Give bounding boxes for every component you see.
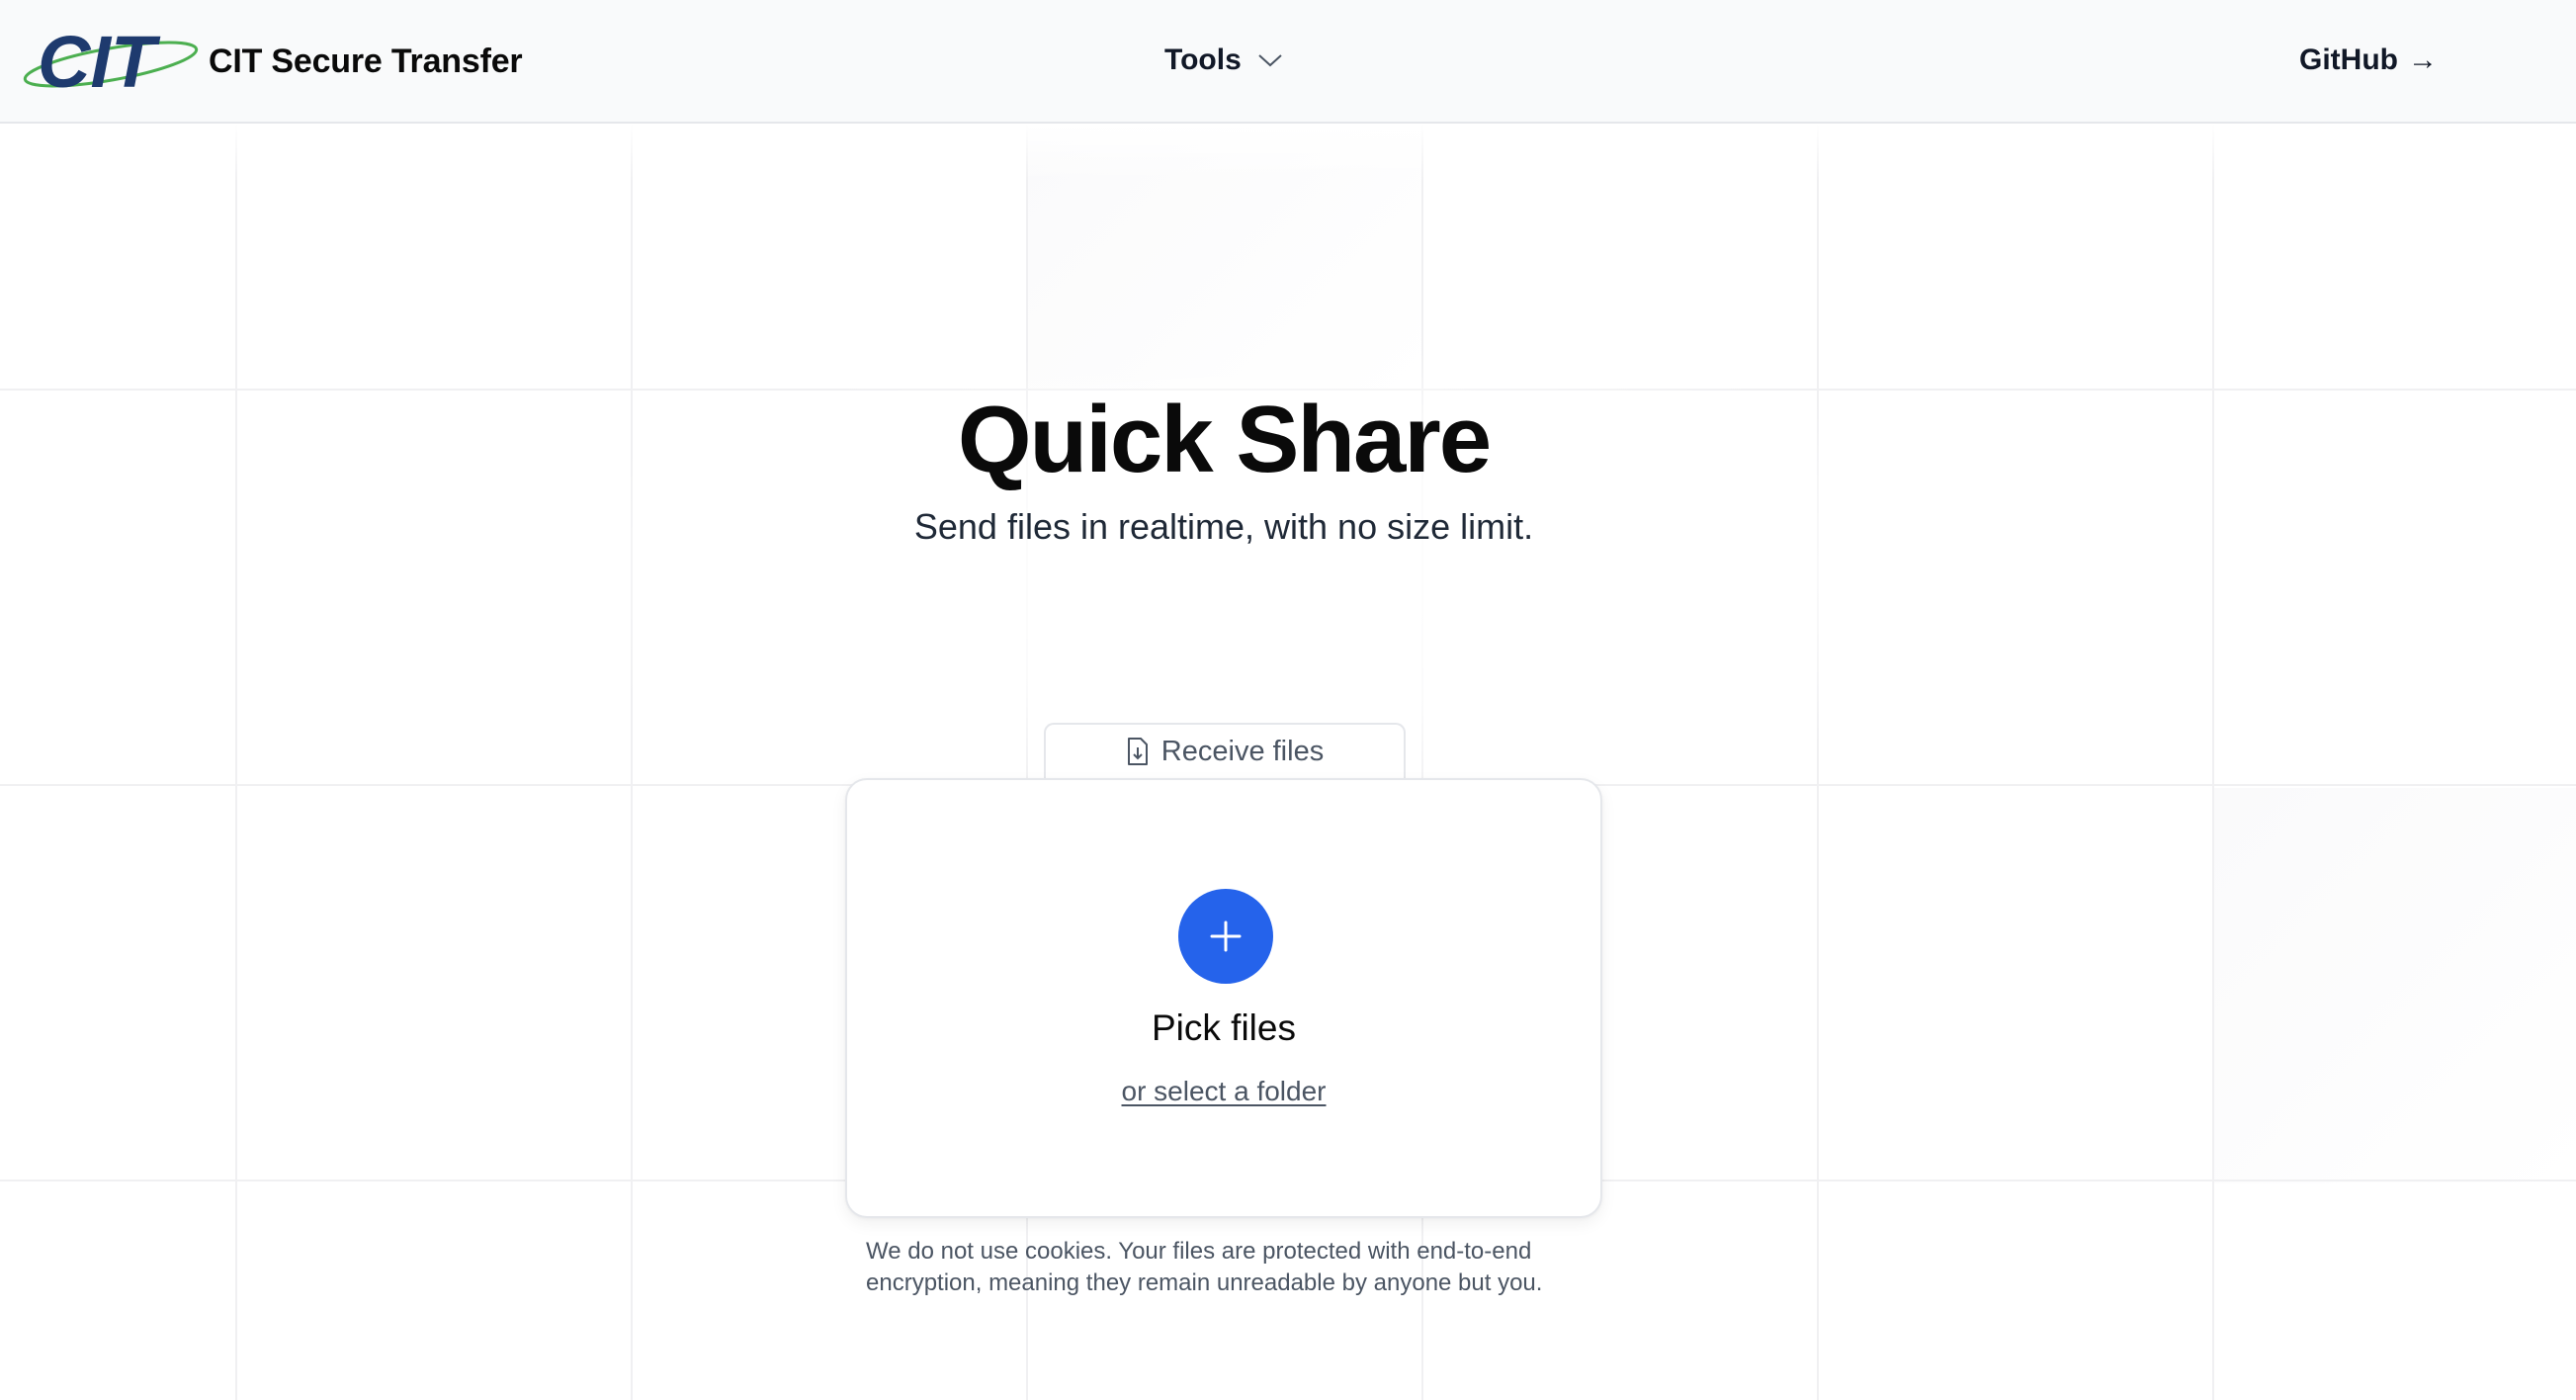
github-label: GitHub bbox=[2299, 44, 2398, 76]
github-link[interactable]: GitHub → bbox=[2299, 36, 2438, 85]
file-download-icon bbox=[1127, 738, 1148, 765]
grid-line bbox=[2212, 124, 2214, 1400]
tools-label: Tools bbox=[1164, 44, 1242, 76]
grid-shade bbox=[2214, 788, 2576, 1183]
page-title: Quick Share bbox=[957, 387, 1492, 492]
pick-files-label[interactable]: Pick files bbox=[847, 1007, 1600, 1049]
page-subtitle: Send files in realtime, with no size lim… bbox=[913, 506, 1534, 547]
brand-name: CIT Secure Transfer bbox=[209, 42, 523, 80]
privacy-notice: We do not use cookies. Your files are pr… bbox=[866, 1236, 1617, 1299]
arrow-right-icon: → bbox=[2407, 44, 2438, 76]
privacy-line: encryption, meaning they remain unreadab… bbox=[866, 1269, 1543, 1296]
receive-files-tab[interactable]: Receive files bbox=[1044, 723, 1406, 778]
chevron-down-icon bbox=[1258, 54, 1282, 67]
grid-line bbox=[235, 124, 237, 1400]
plus-icon bbox=[1210, 920, 1242, 952]
page: CIT CIT Secure Transfer Tools GitHub → Q… bbox=[0, 0, 2576, 1400]
tools-menu-button[interactable]: Tools bbox=[1164, 36, 1283, 85]
grid-fade bbox=[0, 124, 2576, 183]
top-navbar: CIT CIT Secure Transfer Tools GitHub → bbox=[0, 0, 2576, 124]
pick-files-button[interactable] bbox=[1178, 889, 1273, 984]
select-folder-link[interactable]: or select a folder bbox=[847, 1076, 1600, 1107]
file-dropzone[interactable]: Pick files or select a folder bbox=[845, 778, 1602, 1218]
logo-text: CIT bbox=[38, 22, 161, 101]
brand[interactable]: CIT CIT Secure Transfer bbox=[20, 22, 523, 101]
receive-files-label: Receive files bbox=[1160, 735, 1325, 767]
cit-logo: CIT bbox=[23, 22, 199, 101]
privacy-line: We do not use cookies. Your files are pr… bbox=[866, 1238, 1532, 1265]
